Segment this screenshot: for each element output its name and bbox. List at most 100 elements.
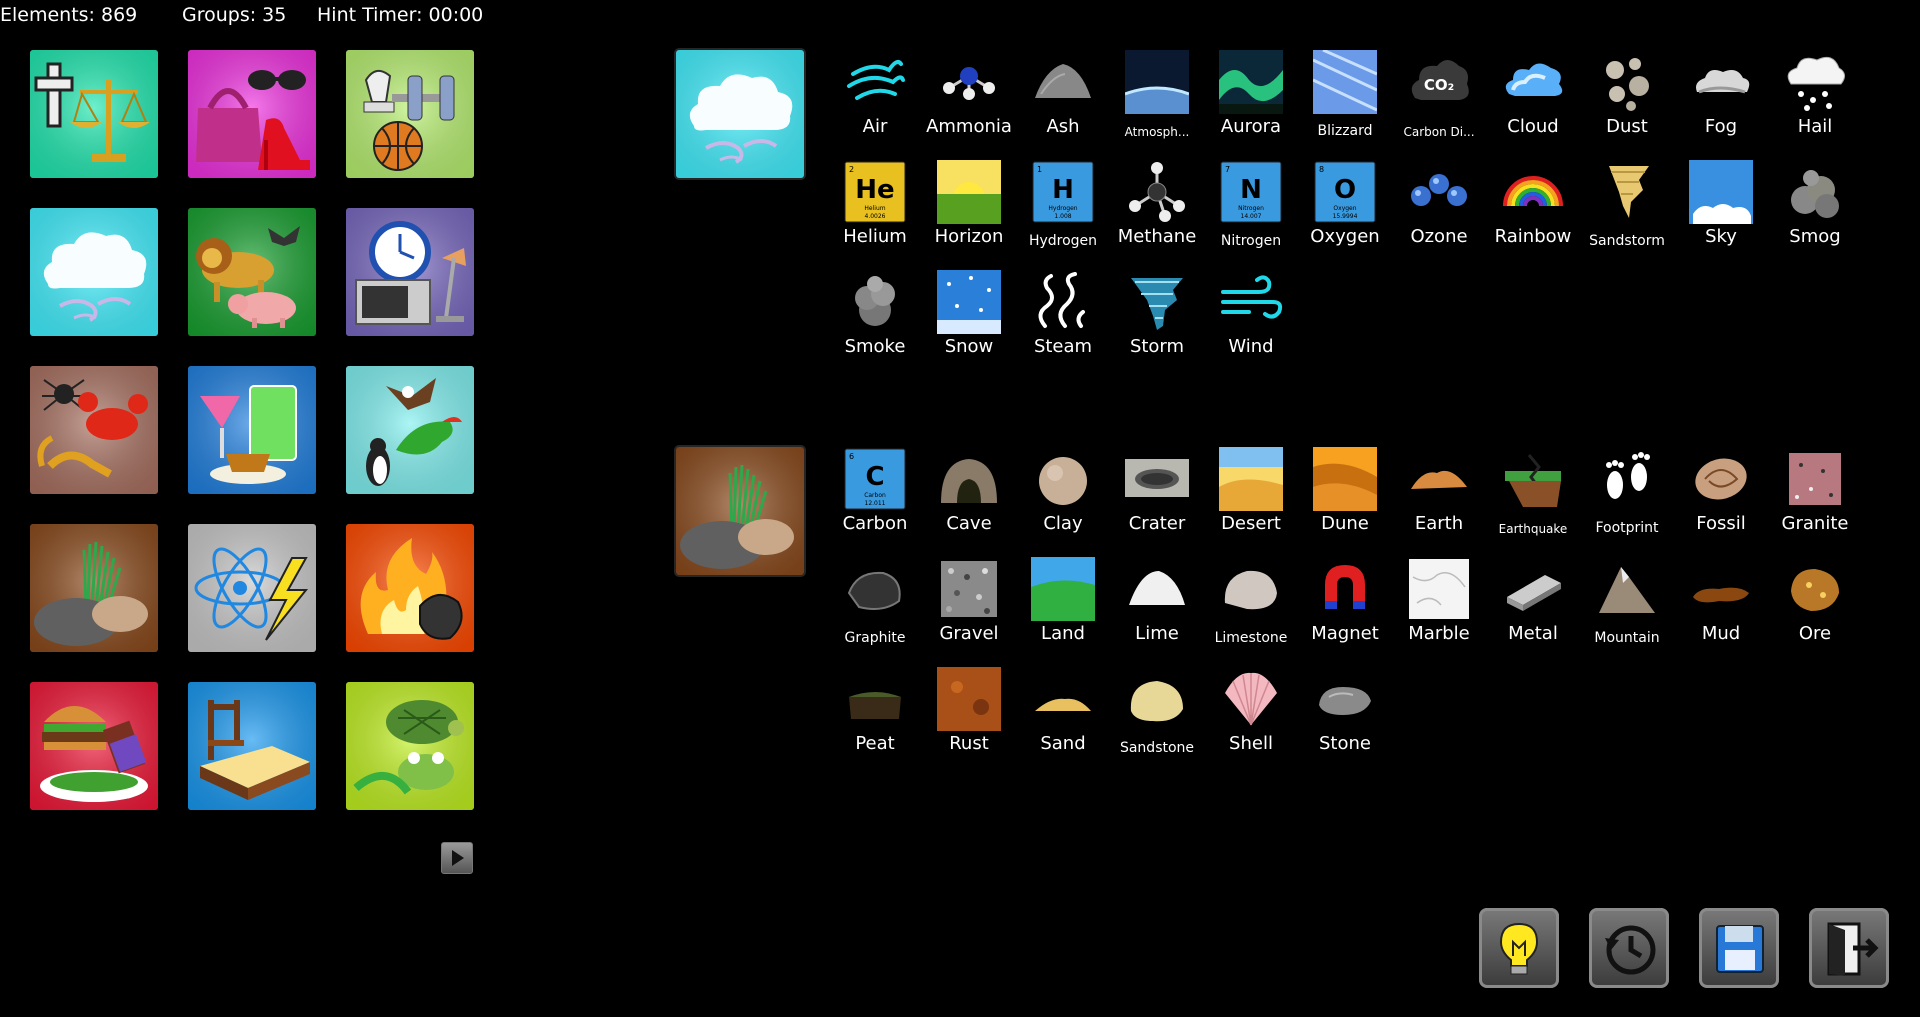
element-sandstorm[interactable]: Sandstorm (1580, 160, 1674, 265)
group-tile-birds[interactable] (346, 366, 474, 494)
element-sand[interactable]: Sand (1016, 667, 1110, 772)
element-storm[interactable]: Storm (1110, 270, 1204, 375)
element-desert[interactable]: Desert (1204, 447, 1298, 552)
group-tile-energy[interactable] (188, 524, 316, 652)
element-land[interactable]: Land (1016, 557, 1110, 662)
element-magnet[interactable]: Magnet (1298, 557, 1392, 662)
element-label: Cloud (1507, 116, 1559, 137)
element-sandstone[interactable]: Sandstone (1110, 667, 1204, 772)
floppy-disk-icon (1716, 925, 1764, 973)
air-icon (843, 50, 907, 114)
element-cave[interactable]: Cave (922, 447, 1016, 552)
element-graphite[interactable]: Graphite (828, 557, 922, 662)
group-tile-religion[interactable] (30, 50, 158, 178)
element-helium[interactable]: 2 He Helium 4.0026 Helium (828, 160, 922, 265)
element-hail[interactable]: Hail (1768, 50, 1862, 155)
save-button[interactable] (1699, 908, 1779, 988)
element-fog[interactable]: Fog (1674, 50, 1768, 155)
element-aurora[interactable]: Aurora (1204, 50, 1298, 155)
element-fossil[interactable]: Fossil (1674, 447, 1768, 552)
element-peat[interactable]: Peat (828, 667, 922, 772)
blizzard-icon (1313, 50, 1377, 114)
group-tile-arthropods[interactable] (30, 366, 158, 494)
element-hydrogen[interactable]: 1 H Hydrogen 1.008 Hydrogen (1016, 160, 1110, 265)
element-limestone[interactable]: Limestone (1204, 557, 1298, 662)
element-label: Ore (1798, 623, 1832, 644)
element-ozone[interactable]: Ozone (1392, 160, 1486, 265)
element-snow[interactable]: Snow (922, 270, 1016, 375)
element-nitrogen[interactable]: 7 N Nitrogen 14.007 Nitrogen (1204, 160, 1298, 265)
element-oxygen[interactable]: 8 O Oxygen 15.9994 Oxygen (1298, 160, 1392, 265)
element-dune[interactable]: Dune (1298, 447, 1392, 552)
group-tile-reptiles[interactable] (346, 682, 474, 810)
element-horizon[interactable]: Horizon (922, 160, 1016, 265)
element-wind[interactable]: Wind (1204, 270, 1298, 375)
oxygen-element-icon: 8 O Oxygen 15.9994 (1313, 160, 1377, 224)
crater-icon (1125, 447, 1189, 511)
element-dust[interactable]: Dust (1580, 50, 1674, 155)
element-label: Air (862, 116, 888, 137)
group-tile-food[interactable] (30, 682, 158, 810)
group-tile-drinks[interactable] (188, 366, 316, 494)
element-earth[interactable]: Earth (1392, 447, 1486, 552)
element-sky[interactable]: Sky (1674, 160, 1768, 265)
element-carbon[interactable]: 6 C Carbon 12.011 Carbon (828, 447, 922, 552)
open-group-header-earth[interactable] (676, 447, 804, 575)
history-button[interactable] (1589, 908, 1669, 988)
group-tile-sports[interactable] (346, 50, 474, 178)
element-ash[interactable]: Ash (1016, 50, 1110, 155)
group-tile-furniture[interactable] (188, 682, 316, 810)
element-smog[interactable]: Smog (1768, 160, 1862, 265)
element-rust[interactable]: Rust (922, 667, 1016, 772)
rainbow-icon (1501, 160, 1565, 224)
element-atmosph[interactable]: Atmosph... (1110, 50, 1204, 155)
aurora-icon (1219, 50, 1283, 114)
group-tile-fashion[interactable] (188, 50, 316, 178)
element-cloud[interactable]: Cloud (1486, 50, 1580, 155)
group-tile-fire[interactable] (346, 524, 474, 652)
group-tile-air[interactable] (30, 208, 158, 336)
element-clay[interactable]: Clay (1016, 447, 1110, 552)
cocktail-tea-icon (188, 366, 316, 494)
exit-button[interactable] (1809, 908, 1889, 988)
element-shell[interactable]: Shell (1204, 667, 1298, 772)
snow-icon (937, 270, 1001, 334)
groups-grid (30, 50, 480, 810)
group-tile-earth[interactable] (30, 524, 158, 652)
element-blizzard[interactable]: Blizzard (1298, 50, 1392, 155)
group-tile-tools[interactable] (346, 208, 474, 336)
element-ammonia[interactable]: Ammonia (922, 50, 1016, 155)
clock-microwave-lamp-icon (346, 208, 474, 336)
element-label: Dune (1321, 513, 1369, 534)
element-air[interactable]: Air (828, 50, 922, 155)
stone-icon (1313, 667, 1377, 731)
group-tile-animals[interactable] (188, 208, 316, 336)
element-label: Snow (944, 336, 994, 357)
element-label: Fossil (1696, 513, 1746, 534)
element-ore[interactable]: Ore (1768, 557, 1862, 662)
element-lime[interactable]: Lime (1110, 557, 1204, 662)
open-group-header-air[interactable] (676, 50, 804, 178)
element-granite[interactable]: Granite (1768, 447, 1862, 552)
ash-pile-icon (1031, 50, 1095, 114)
land-icon (1031, 557, 1095, 621)
element-mud[interactable]: Mud (1674, 557, 1768, 662)
element-earthquake[interactable]: Earthquake (1486, 447, 1580, 552)
element-steam[interactable]: Steam (1016, 270, 1110, 375)
element-footprint[interactable]: Footprint (1580, 447, 1674, 552)
element-label: Mud (1701, 623, 1741, 644)
element-gravel[interactable]: Gravel (922, 557, 1016, 662)
element-carbon-di[interactable]: CO₂ Carbon Di... (1392, 50, 1486, 155)
element-smoke[interactable]: Smoke (828, 270, 922, 375)
element-stone[interactable]: Stone (1298, 667, 1392, 772)
element-marble[interactable]: Marble (1392, 557, 1486, 662)
element-crater[interactable]: Crater (1110, 447, 1204, 552)
hint-button[interactable] (1479, 908, 1559, 988)
element-rainbow[interactable]: Rainbow (1486, 160, 1580, 265)
svg-text:CO₂: CO₂ (1424, 76, 1454, 94)
element-label: Marble (1408, 623, 1470, 644)
element-methane[interactable]: Methane (1110, 160, 1204, 265)
element-metal[interactable]: Metal (1486, 557, 1580, 662)
element-mountain[interactable]: Mountain (1580, 557, 1674, 662)
next-page-button[interactable] (441, 842, 473, 874)
